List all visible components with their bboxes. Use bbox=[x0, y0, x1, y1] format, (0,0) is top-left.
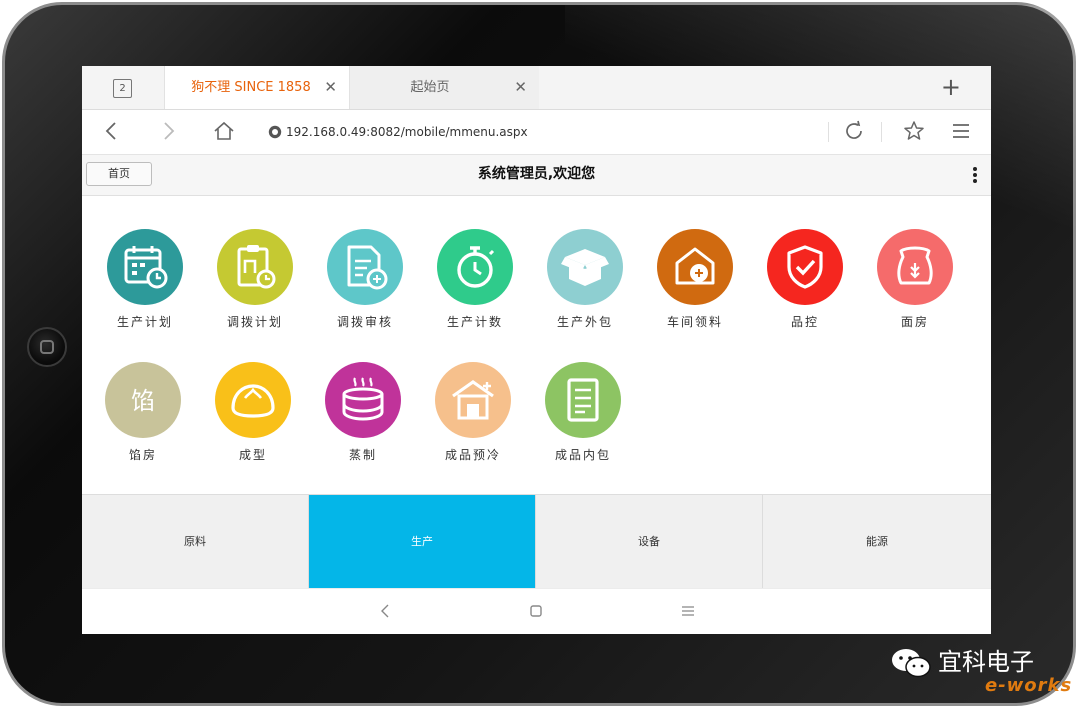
tab-energy[interactable]: 能源 bbox=[763, 495, 991, 589]
menu-icon[interactable] bbox=[949, 119, 973, 143]
inner-package-icon bbox=[545, 362, 621, 438]
menu-item-label: 生产计划 bbox=[116, 315, 173, 329]
category-tabs: 原料 生产 设备 能源 bbox=[82, 494, 991, 589]
system-navigation-bar bbox=[82, 588, 991, 634]
watermark-logo: e-works bbox=[985, 675, 1073, 696]
menu-item-label: 车间领料 bbox=[666, 315, 723, 329]
menu-item-production-count[interactable]: 生产计数 bbox=[420, 229, 530, 339]
menu-item-filling-room[interactable]: 馅 馅房 bbox=[88, 362, 198, 472]
menu-item-label: 品控 bbox=[790, 315, 819, 329]
tab-production[interactable]: 生产 bbox=[309, 495, 536, 589]
calendar-clock-icon bbox=[107, 229, 183, 305]
tab-count-button[interactable]: 2 bbox=[113, 79, 132, 98]
wechat-logo-icon bbox=[892, 649, 931, 678]
bookmark-star-icon[interactable] bbox=[902, 119, 926, 143]
menu-item-label: 调拨计划 bbox=[226, 315, 283, 329]
menu-item-label: 馅房 bbox=[128, 448, 157, 462]
menu-item-label: 面房 bbox=[900, 315, 929, 329]
steamer-icon bbox=[325, 362, 401, 438]
browser-tab-bar: 2 狗不理 SINCE 1858 ✕ 起始页 ✕ + bbox=[82, 66, 991, 110]
tab-gobuli[interactable]: 狗不理 SINCE 1858 ✕ bbox=[164, 66, 350, 109]
divider bbox=[828, 122, 829, 142]
cooling-house-icon bbox=[435, 362, 511, 438]
menu-item-production-plan[interactable]: 生产计划 bbox=[90, 229, 200, 339]
menu-item-label: 生产外包 bbox=[556, 315, 613, 329]
menu-item-label: 成品内包 bbox=[554, 448, 611, 462]
document-audit-icon bbox=[327, 229, 403, 305]
close-icon[interactable]: ✕ bbox=[514, 66, 527, 109]
divider bbox=[881, 122, 882, 142]
menu-item-outsourcing[interactable]: 生产外包 bbox=[530, 229, 640, 339]
menu-item-precooling[interactable]: 成品预冷 bbox=[418, 362, 528, 472]
home-button[interactable] bbox=[27, 327, 67, 367]
menu-item-transfer-audit[interactable]: 调拨审核 bbox=[310, 229, 420, 339]
menu-item-label: 调拨审核 bbox=[336, 315, 393, 329]
app-header: 系统管理员,欢迎您 首页 bbox=[82, 155, 991, 196]
address-bar: 192.168.0.49:8082/mobile/mmenu.aspx bbox=[82, 110, 991, 155]
menu-item-label: 蒸制 bbox=[348, 448, 377, 462]
system-back-icon[interactable] bbox=[376, 601, 396, 621]
filling-glyph: 馅 bbox=[131, 387, 155, 415]
workshop-material-icon bbox=[657, 229, 733, 305]
bun-icon bbox=[215, 362, 291, 438]
flour-sack-icon bbox=[877, 229, 953, 305]
menu-item-label: 成品预冷 bbox=[444, 448, 501, 462]
site-icon bbox=[268, 125, 282, 139]
forward-arrow-icon[interactable] bbox=[156, 119, 180, 143]
watermark-text: 宜科电子 bbox=[938, 648, 1034, 676]
system-menu-icon[interactable] bbox=[678, 601, 698, 621]
menu-grid: 生产计划 调拨计划 调拨审核 生产计数 生产外包 车间领料 品控 面房 馅 馅房… bbox=[82, 196, 991, 494]
filling-icon: 馅 bbox=[105, 362, 181, 438]
url-text[interactable]: 192.168.0.49:8082/mobile/mmenu.aspx bbox=[286, 110, 528, 154]
tab-label: 起始页 bbox=[410, 80, 450, 95]
menu-item-transfer-plan[interactable]: 调拨计划 bbox=[200, 229, 310, 339]
reload-icon[interactable] bbox=[842, 119, 866, 143]
back-arrow-icon[interactable] bbox=[100, 119, 124, 143]
tab-start-page[interactable]: 起始页 ✕ bbox=[350, 66, 539, 109]
menu-item-dough-room[interactable]: 面房 bbox=[860, 229, 970, 339]
close-icon[interactable]: ✕ bbox=[324, 66, 337, 109]
menu-item-shaping[interactable]: 成型 bbox=[198, 362, 308, 472]
welcome-title: 系统管理员,欢迎您 bbox=[477, 166, 596, 182]
menu-item-label: 成型 bbox=[238, 448, 267, 462]
shield-check-icon bbox=[767, 229, 843, 305]
tablet-screen: 2 狗不理 SINCE 1858 ✕ 起始页 ✕ + 192.168.0.49:… bbox=[82, 66, 991, 634]
more-options-icon[interactable] bbox=[973, 167, 977, 185]
menu-item-quality-control[interactable]: 品控 bbox=[750, 229, 860, 339]
menu-item-workshop-requisition[interactable]: 车间领料 bbox=[640, 229, 750, 339]
open-box-icon bbox=[547, 229, 623, 305]
clipboard-transfer-icon bbox=[217, 229, 293, 305]
tab-raw-materials[interactable]: 原料 bbox=[82, 495, 309, 589]
home-icon[interactable] bbox=[212, 119, 236, 143]
new-tab-plus-icon[interactable]: + bbox=[941, 73, 961, 101]
tab-equipment[interactable]: 设备 bbox=[536, 495, 763, 589]
tab-label: 狗不理 SINCE 1858 bbox=[191, 80, 311, 95]
menu-item-label: 生产计数 bbox=[446, 315, 503, 329]
menu-item-inner-packing[interactable]: 成品内包 bbox=[528, 362, 638, 472]
home-button[interactable]: 首页 bbox=[86, 162, 152, 186]
system-home-icon[interactable] bbox=[526, 601, 546, 621]
stopwatch-icon bbox=[437, 229, 513, 305]
menu-item-steaming[interactable]: 蒸制 bbox=[308, 362, 418, 472]
